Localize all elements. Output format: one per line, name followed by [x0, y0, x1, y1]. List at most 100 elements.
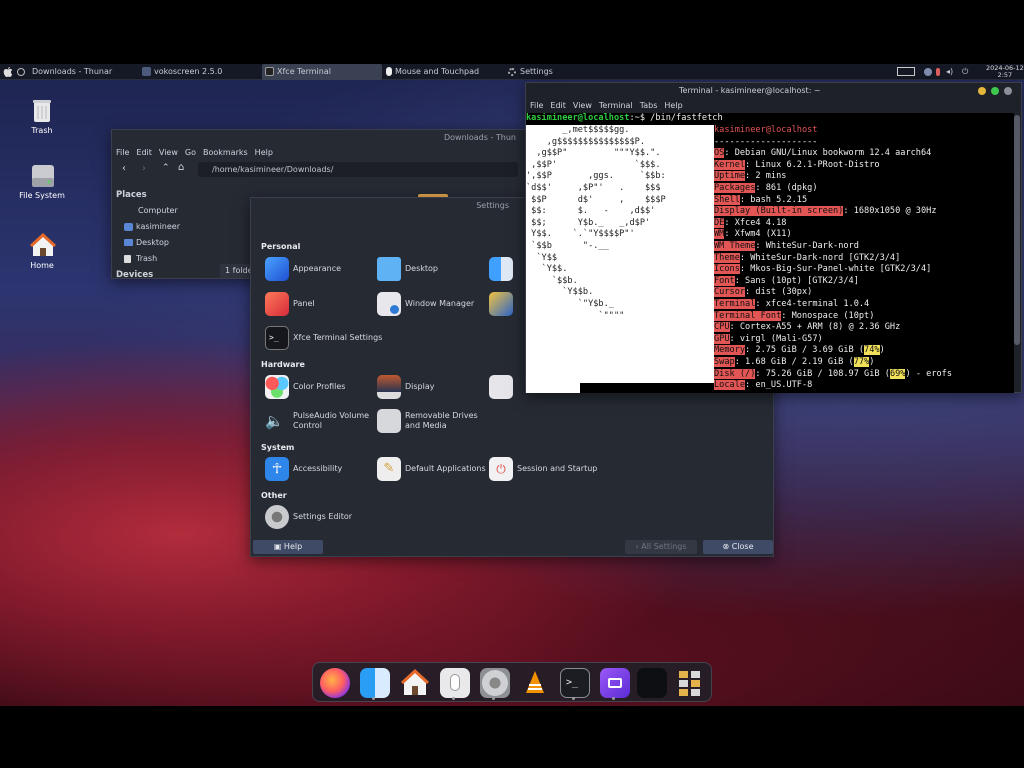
mouse-icon[interactable] [440, 668, 470, 698]
vlc-icon[interactable] [520, 668, 550, 698]
thunar-title: Downloads - Thun [443, 133, 516, 142]
settings-item-session-startup[interactable]: ⏻ Session and Startup [487, 455, 605, 483]
home-folder-icon [124, 222, 133, 231]
screen-recorder-icon[interactable] [600, 668, 630, 698]
close-icon[interactable] [1004, 87, 1012, 95]
microphone-icon[interactable] [936, 64, 940, 80]
settings-item-window-manager[interactable]: Window Manager [375, 290, 493, 318]
settings-item-label: Desktop [405, 264, 438, 273]
firefox-icon[interactable] [320, 668, 350, 698]
maximize-icon[interactable] [991, 87, 999, 95]
settings-item-accessibility[interactable]: ☥ Accessibility [263, 455, 381, 483]
places-label: kasimineer [136, 222, 181, 231]
path-bar[interactable]: /home/kasimineer/Downloads/ [198, 162, 518, 177]
settings-item-pulseaudio[interactable]: 🔈 PulseAudio Volume Control [263, 407, 381, 435]
close-button[interactable]: ⊗ Close [703, 540, 773, 554]
settings-item-workspaces[interactable] [487, 290, 513, 318]
desktop-icon-home[interactable]: Home [12, 232, 72, 270]
running-indicator [612, 697, 615, 700]
settings-item-keyboard[interactable] [487, 373, 513, 401]
help-button[interactable]: ▣ Help [253, 540, 323, 554]
power-icon[interactable]: ⏻ [962, 64, 968, 80]
taskbar-item-vokoscreen[interactable]: vokoscreen 2.5.0 [142, 64, 252, 80]
info-row: Theme: WhiteSur-Dark-nord [GTK2/3/4] [714, 252, 1014, 265]
info-row: Swap: 1.68 GiB / 2.19 GiB (77%) [714, 357, 1014, 369]
logo-line: `d$$' ,$P"' . $$$ [526, 183, 661, 193]
app-grid-icon[interactable] [675, 668, 705, 698]
terminal-titlebar[interactable]: Terminal - kasimineer@localhost: ~ [526, 83, 1021, 99]
info-key: WM [714, 229, 725, 240]
info-value: : en_US.UTF-8 [745, 380, 813, 391]
gear-icon [508, 67, 516, 76]
volume-icon[interactable]: ◂) [946, 64, 953, 80]
taskbar-item-terminal[interactable]: Xfce Terminal [262, 64, 382, 80]
thunar-titlebar[interactable]: Downloads - Thun [112, 130, 530, 146]
back-icon[interactable]: ‹ [122, 163, 126, 174]
vokoscreen-icon [142, 67, 151, 76]
info-row: DE: Xfce4 4.18 [714, 217, 1014, 230]
settings-item-finder[interactable] [487, 255, 513, 283]
minimize-icon[interactable] [978, 87, 986, 95]
menu-view[interactable]: View [573, 101, 592, 110]
taskbar-item-settings[interactable]: Settings [508, 64, 578, 80]
settings-item-panel[interactable]: Panel [263, 290, 381, 318]
menu-edit[interactable]: Edit [550, 101, 566, 110]
up-icon[interactable]: ⌃ [162, 163, 170, 173]
settings-item-xfce-terminal[interactable]: >_ Xfce Terminal Settings [263, 324, 382, 352]
keyboard-indicator-icon[interactable] [893, 64, 918, 80]
devices-header: Devices [116, 270, 154, 280]
menu-tabs[interactable]: Tabs [640, 101, 658, 110]
places-trash[interactable]: Trash [124, 254, 157, 263]
menu-help[interactable]: Help [255, 148, 273, 157]
menu-bookmarks[interactable]: Bookmarks [203, 148, 248, 157]
finder-icon[interactable] [360, 668, 390, 698]
terminal-icon[interactable]: >_ [560, 668, 590, 698]
menu-file[interactable]: File [530, 101, 543, 110]
home-icon[interactable]: ⌂ [178, 162, 184, 173]
trash-icon [124, 254, 131, 263]
taskbar-item-mouse-touchpad[interactable]: Mouse and Touchpad [386, 64, 500, 80]
menu-view[interactable]: View [159, 148, 178, 157]
menu-terminal[interactable]: Terminal [599, 101, 633, 110]
settings-item-display[interactable]: Display [375, 373, 493, 401]
network-icon[interactable] [924, 64, 932, 80]
settings-icon[interactable] [480, 668, 510, 698]
apple-menu-icon[interactable] [3, 64, 13, 80]
menu-help[interactable]: Help [664, 101, 682, 110]
settings-item-label: Accessibility [293, 464, 343, 473]
desktop-icon-file-system[interactable]: File System [12, 163, 72, 200]
info-value: : xfce4-terminal 1.0.4 [755, 299, 870, 309]
settings-item-color-profiles[interactable]: Color Profiles [263, 373, 381, 401]
info-row: Locale: en_US.UTF-8 [714, 380, 1014, 392]
taskbar-label: vokoscreen 2.5.0 [154, 67, 223, 76]
places-home[interactable]: kasimineer [124, 222, 180, 231]
settings-title: Settings [476, 201, 509, 210]
thunar-toolbar: ‹ › ⌃ ⌂ /home/kasimineer/Downloads/ [112, 160, 530, 180]
menu-file[interactable]: File [116, 148, 129, 157]
settings-item-default-applications[interactable]: ✎ Default Applications [375, 455, 493, 483]
places-desktop[interactable]: Desktop [124, 238, 169, 247]
taskbar-item-thunar[interactable]: Downloads - Thunar [32, 64, 132, 80]
settings-item-settings-editor[interactable]: Settings Editor [263, 503, 381, 531]
menu-go[interactable]: Go [185, 148, 196, 157]
settings-item-appearance[interactable]: Appearance [263, 255, 381, 283]
clock-time: 2:57 [997, 71, 1013, 79]
folder-icon [124, 239, 133, 246]
logo-line: `$$b "-.__ [526, 241, 609, 251]
terminal-scrollbar[interactable] [1014, 115, 1020, 345]
menu-edit[interactable]: Edit [136, 148, 152, 157]
terminal-screen[interactable]: kasimineer@localhost:~$ /bin/fastfetch _… [526, 113, 1014, 393]
blank-window-icon[interactable] [637, 668, 667, 698]
clock[interactable]: 2024-06-12 2:57 [986, 65, 1024, 79]
info-separator: -------------------- [714, 136, 818, 147]
all-settings-button[interactable]: ‹ All Settings [625, 540, 697, 554]
places-computer[interactable]: Computer [138, 206, 178, 215]
desktop-icon-trash[interactable]: Trash [12, 98, 72, 135]
forward-icon[interactable]: › [142, 163, 146, 174]
workspace-icon[interactable] [17, 64, 25, 80]
settings-item-desktop[interactable]: Desktop [375, 255, 493, 283]
settings-item-removable-drives[interactable]: Removable Drives and Media [375, 407, 493, 435]
home-folder-icon[interactable] [400, 668, 430, 698]
settings-item-label: PulseAudio Volume Control [293, 411, 370, 430]
info-row: Packages: 861 (dpkg) [714, 183, 1014, 195]
